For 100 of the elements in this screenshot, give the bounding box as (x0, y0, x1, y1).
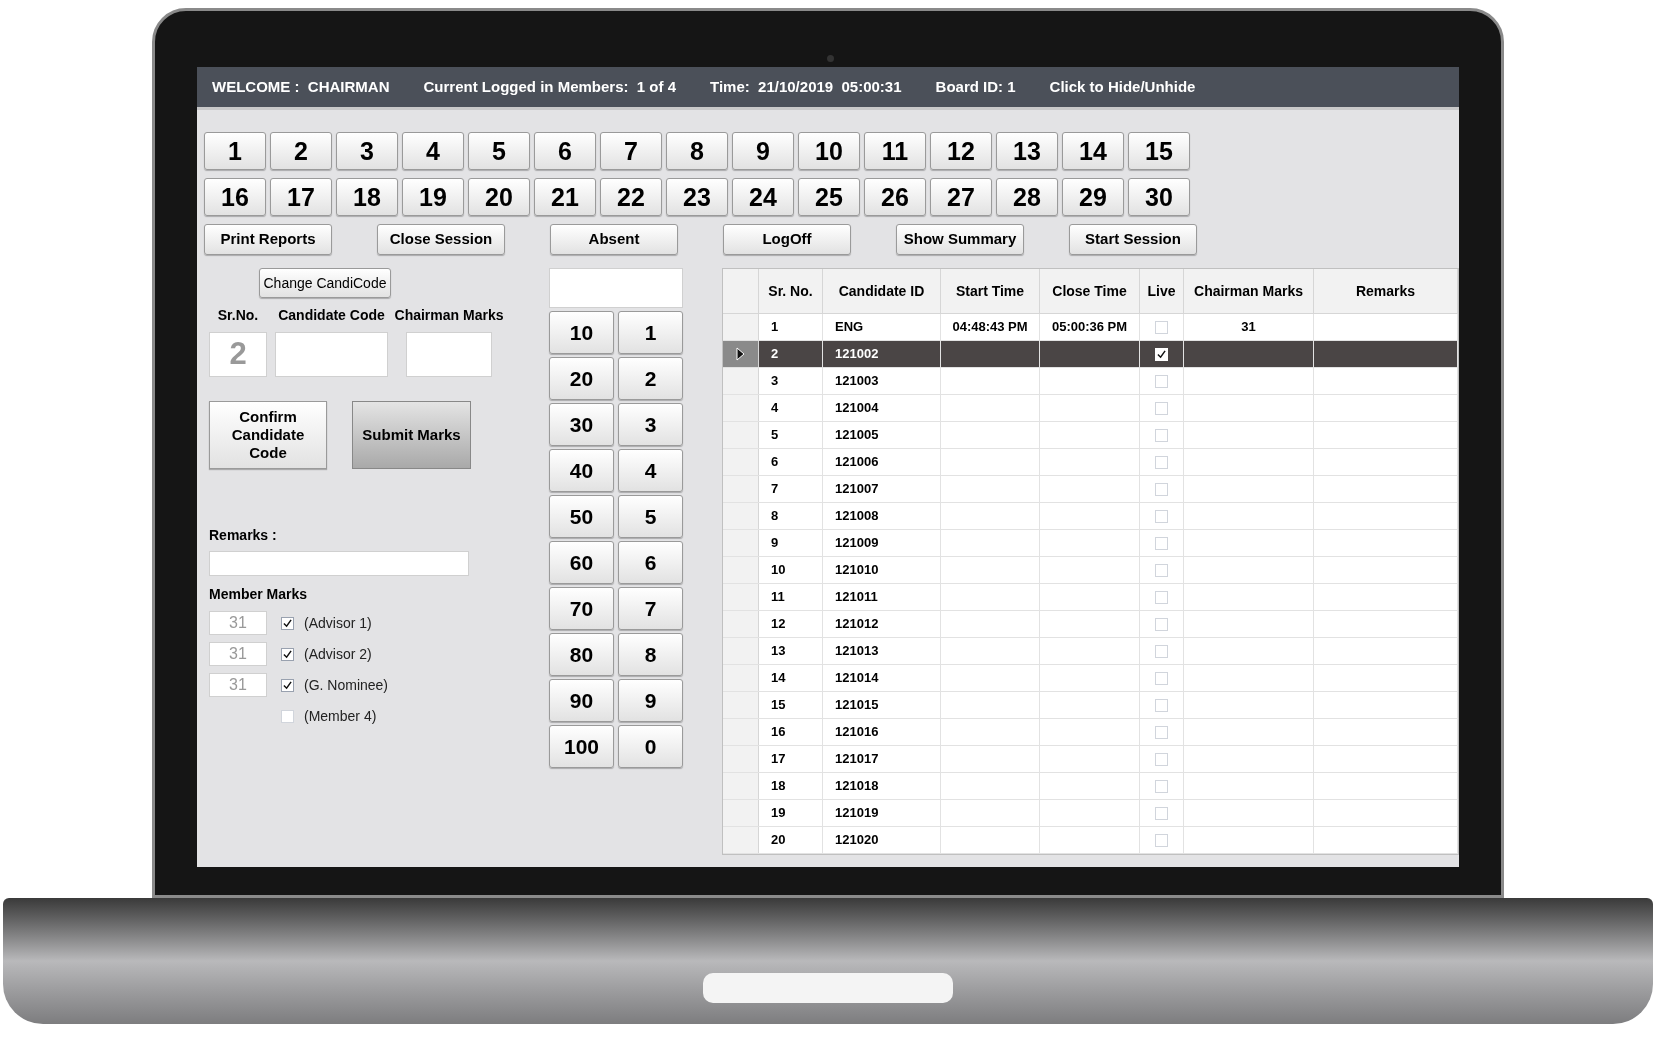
checkbox[interactable] (1155, 779, 1168, 793)
checkbox[interactable] (1155, 806, 1168, 820)
confirm-candidate-code-button[interactable]: Confirm Candidate Code (209, 401, 327, 469)
table-row[interactable]: 8 121008 (723, 503, 1458, 530)
checkbox[interactable] (1155, 563, 1168, 577)
checkbox[interactable] (281, 678, 294, 692)
submit-marks-button[interactable]: Submit Marks (352, 401, 471, 469)
number-button[interactable]: 15 (1128, 132, 1190, 170)
number-button[interactable]: 25 (798, 178, 860, 216)
number-button[interactable]: 8 (666, 132, 728, 170)
action-button[interactable]: Close Session (377, 224, 505, 255)
keypad-button[interactable]: 80 (549, 633, 614, 676)
checkbox[interactable] (1155, 671, 1168, 685)
table-row[interactable]: 9 121009 (723, 530, 1458, 557)
number-button[interactable]: 18 (336, 178, 398, 216)
number-button[interactable]: 26 (864, 178, 926, 216)
number-button[interactable]: 16 (204, 178, 266, 216)
table-row[interactable]: 16 121016 (723, 719, 1458, 746)
checkbox[interactable] (1155, 320, 1168, 334)
number-button[interactable]: 2 (270, 132, 332, 170)
keypad-button[interactable]: 90 (549, 679, 614, 722)
number-button[interactable]: 11 (864, 132, 926, 170)
checkbox[interactable] (1155, 698, 1168, 712)
keypad-display[interactable] (549, 268, 683, 308)
number-button[interactable]: 21 (534, 178, 596, 216)
keypad-button[interactable]: 100 (549, 725, 614, 768)
keypad-button[interactable]: 6 (618, 541, 683, 584)
number-button[interactable]: 9 (732, 132, 794, 170)
checkbox[interactable] (1155, 590, 1168, 604)
checkbox[interactable] (1155, 428, 1168, 442)
checkbox[interactable] (281, 647, 294, 661)
checkbox[interactable] (1155, 455, 1168, 469)
checkbox[interactable] (1155, 509, 1168, 523)
keypad-button[interactable]: 8 (618, 633, 683, 676)
table-row[interactable]: 2 121002 (723, 341, 1458, 368)
action-button[interactable]: Absent (550, 224, 678, 255)
table-row[interactable]: 13 121013 (723, 638, 1458, 665)
checkbox[interactable] (1155, 482, 1168, 496)
keypad-button[interactable]: 60 (549, 541, 614, 584)
keypad-button[interactable]: 5 (618, 495, 683, 538)
number-button[interactable]: 10 (798, 132, 860, 170)
keypad-button[interactable]: 1 (618, 311, 683, 354)
number-button[interactable]: 30 (1128, 178, 1190, 216)
checkbox[interactable] (281, 616, 294, 630)
number-button[interactable]: 24 (732, 178, 794, 216)
number-button[interactable]: 3 (336, 132, 398, 170)
change-candicode-button[interactable]: Change CandiCode (259, 268, 391, 298)
table-row[interactable]: 3 121003 (723, 368, 1458, 395)
number-button[interactable]: 29 (1062, 178, 1124, 216)
keypad-button[interactable]: 20 (549, 357, 614, 400)
number-button[interactable]: 23 (666, 178, 728, 216)
keypad-button[interactable]: 10 (549, 311, 614, 354)
action-button[interactable]: LogOff (723, 224, 851, 255)
checkbox[interactable] (1155, 725, 1168, 739)
table-row[interactable]: 6 121006 (723, 449, 1458, 476)
checkbox[interactable] (281, 709, 294, 723)
table-row[interactable]: 15 121015 (723, 692, 1458, 719)
checkbox[interactable] (1155, 374, 1168, 388)
number-button[interactable]: 27 (930, 178, 992, 216)
table-row[interactable]: 7 121007 (723, 476, 1458, 503)
action-button[interactable]: Print Reports (204, 224, 332, 255)
checkbox[interactable] (1155, 833, 1168, 847)
number-button[interactable]: 14 (1062, 132, 1124, 170)
number-button[interactable]: 17 (270, 178, 332, 216)
number-button[interactable]: 28 (996, 178, 1058, 216)
table-row[interactable]: 4 121004 (723, 395, 1458, 422)
candidate-code-field[interactable] (275, 332, 388, 377)
table-row[interactable]: 20 121020 (723, 827, 1458, 854)
table-row[interactable]: 14 121014 (723, 665, 1458, 692)
keypad-button[interactable]: 50 (549, 495, 614, 538)
table-row[interactable]: 11 121011 (723, 584, 1458, 611)
chairman-marks-field[interactable] (406, 332, 492, 377)
action-button[interactable]: Show Summary (896, 224, 1024, 255)
keypad-button[interactable]: 0 (618, 725, 683, 768)
table-row[interactable]: 17 121017 (723, 746, 1458, 773)
number-button[interactable]: 5 (468, 132, 530, 170)
keypad-button[interactable]: 2 (618, 357, 683, 400)
table-row[interactable]: 10 121010 (723, 557, 1458, 584)
number-button[interactable]: 13 (996, 132, 1058, 170)
keypad-button[interactable]: 4 (618, 449, 683, 492)
checkbox[interactable] (1155, 536, 1168, 550)
keypad-button[interactable]: 40 (549, 449, 614, 492)
number-button[interactable]: 4 (402, 132, 464, 170)
checkbox[interactable] (1155, 617, 1168, 631)
header-text[interactable]: Click to Hide/Unhide (1049, 75, 1196, 99)
number-button[interactable]: 22 (600, 178, 662, 216)
checkbox[interactable] (1155, 752, 1168, 766)
remarks-field[interactable] (209, 551, 469, 576)
number-button[interactable]: 19 (402, 178, 464, 216)
action-button[interactable]: Start Session (1069, 224, 1197, 255)
keypad-button[interactable]: 70 (549, 587, 614, 630)
number-button[interactable]: 7 (600, 132, 662, 170)
checkbox[interactable] (1155, 401, 1168, 415)
table-row[interactable]: 18 121018 (723, 773, 1458, 800)
keypad-button[interactable]: 30 (549, 403, 614, 446)
number-button[interactable]: 6 (534, 132, 596, 170)
table-row[interactable]: 5 121005 (723, 422, 1458, 449)
keypad-button[interactable]: 3 (618, 403, 683, 446)
number-button[interactable]: 1 (204, 132, 266, 170)
keypad-button[interactable]: 7 (618, 587, 683, 630)
